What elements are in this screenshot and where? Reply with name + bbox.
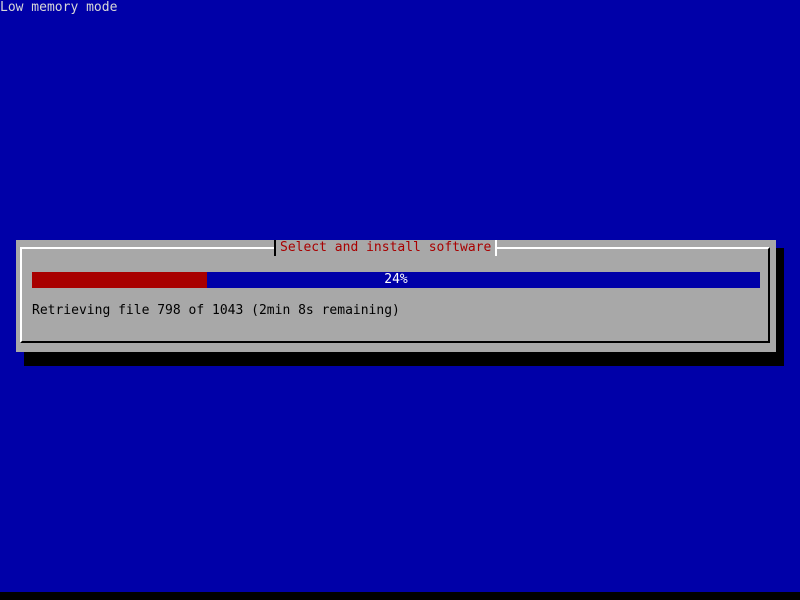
progress-status-text: Retrieving file 798 of 1043 (2min 8s rem… bbox=[32, 303, 400, 318]
progress-percent-label: 24% bbox=[384, 272, 408, 287]
progress-bar: 24% bbox=[32, 272, 760, 288]
dialog-title: Select and install software bbox=[274, 240, 498, 256]
dialog-frame bbox=[20, 247, 770, 343]
screen-bottom-bar bbox=[0, 592, 800, 600]
low-memory-mode-label: Low memory mode bbox=[0, 0, 118, 15]
progress-dialog: Select and install software 24% Retrievi… bbox=[16, 240, 776, 352]
